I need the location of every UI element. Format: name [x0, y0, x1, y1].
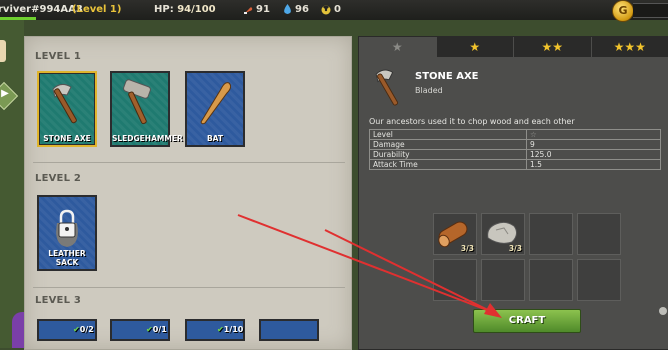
meat-stat: 91 — [243, 4, 270, 15]
recipe-card-level3[interactable] — [259, 319, 319, 341]
hp-value: 94/100 — [177, 4, 215, 15]
ingredient-count: 3/3 — [461, 244, 474, 253]
recipe-card-level3[interactable]: ✔0/2 — [37, 319, 97, 341]
ingredient-slot-wood[interactable]: 3/3 — [433, 213, 477, 255]
craft-button[interactable]: CRAFT — [473, 309, 581, 333]
scroll-indicator — [659, 307, 667, 315]
ingredient-slot-empty — [529, 259, 573, 301]
bat-icon — [195, 79, 235, 127]
progress-value: 0/2 — [80, 325, 94, 334]
recipe-card-level3[interactable]: ✔0/1 — [110, 319, 170, 341]
level-heading: LEVEL 3 — [35, 295, 81, 306]
recipe-card-leather-sack[interactable]: LEATHER SACK — [37, 195, 97, 271]
stats-table: Level ☆ Damage 9 Durability 125.0 Attack… — [369, 129, 661, 170]
stat-name: Attack Time — [370, 160, 527, 170]
ingredient-count: 3/3 — [509, 244, 522, 253]
side-tab[interactable] — [0, 40, 6, 62]
ingredient-slot-empty — [433, 259, 477, 301]
coin-counter — [633, 3, 668, 18]
progress-badge: ✔0/1 — [146, 325, 167, 334]
water-drop-icon — [283, 4, 292, 15]
stat-value: 125.0 — [527, 150, 661, 160]
card-label: LEATHER SACK — [39, 249, 95, 267]
ingredient-slot-empty — [577, 213, 621, 255]
progress-badge: ✔1/10 — [217, 325, 243, 334]
progress-badge: ✔0/2 — [73, 325, 94, 334]
meat-icon — [243, 5, 253, 15]
hp-display: HP: 94/100 — [154, 4, 216, 15]
divider — [33, 287, 345, 288]
level-heading: LEVEL 1 — [35, 51, 81, 62]
three-stars-icon: ★★★ — [592, 40, 668, 54]
recipe-card-sledgehammer[interactable]: SLEDGEHAMMER — [110, 71, 170, 147]
tab-three-stars[interactable]: ★★★ — [592, 37, 668, 57]
stone-axe-icon — [369, 65, 409, 109]
card-label: STONE AXE — [39, 134, 95, 143]
lock-icon — [47, 203, 87, 251]
recipe-card-stone-axe[interactable]: STONE AXE — [37, 71, 97, 147]
ingredient-slot-empty — [529, 213, 573, 255]
level-heading: LEVEL 2 — [35, 173, 81, 184]
radiation-value: 0 — [334, 4, 341, 15]
progress-value: 1/10 — [224, 325, 244, 334]
star-outline-icon: ★ — [359, 40, 436, 54]
tab-two-stars[interactable]: ★★ — [514, 37, 592, 57]
sledgehammer-icon — [120, 79, 160, 127]
progress-value: 0/1 — [153, 325, 167, 334]
player-name: rviver#994AA3 — [0, 4, 83, 15]
quality-tabs: ★ ★ ★★ ★★★ — [359, 37, 668, 57]
player-level: (Level 1) — [72, 4, 121, 15]
two-stars-icon: ★★ — [514, 40, 591, 54]
star-icon: ★ — [437, 40, 514, 54]
recipe-list-panel: LEVEL 1 STONE AXE SLEDGEHAMMER BAT LEVEL… — [24, 36, 352, 350]
ingredient-slot-empty — [577, 259, 621, 301]
top-hud: rviver#994AA3 (Level 1) HP: 94/100 91 96… — [0, 0, 668, 20]
hp-label: HP: — [154, 4, 174, 15]
item-description: Our ancestors used it to chop wood and e… — [369, 117, 575, 126]
ingredient-slot-empty — [481, 259, 525, 301]
stat-name: Durability — [370, 150, 527, 160]
stone-axe-icon — [47, 79, 87, 127]
tab-one-star[interactable]: ★ — [437, 37, 515, 57]
card-label: SLEDGEHAMMER — [112, 134, 168, 143]
meat-value: 91 — [256, 4, 270, 15]
divider — [33, 162, 345, 163]
item-title: STONE AXE — [415, 71, 479, 82]
item-subtitle: Bladed — [415, 86, 443, 95]
stat-value: ☆ — [527, 130, 661, 140]
coin-icon[interactable]: G — [612, 0, 634, 22]
radiation-icon — [321, 5, 331, 15]
recipe-detail-panel: ★ ★ ★★ ★★★ STONE AXE Bladed Our ancestor… — [358, 36, 668, 350]
stat-row: Level ☆ — [370, 130, 661, 140]
tab-empty-star[interactable]: ★ — [359, 37, 437, 57]
ingredient-slot-stone[interactable]: 3/3 — [481, 213, 525, 255]
side-edge — [0, 20, 24, 348]
card-label: BAT — [187, 134, 243, 143]
stat-row: Durability 125.0 — [370, 150, 661, 160]
radiation-stat: 0 — [321, 4, 341, 15]
stat-value: 1.5 — [527, 160, 661, 170]
recipe-card-bat[interactable]: BAT — [185, 71, 245, 147]
stat-row: Damage 9 — [370, 140, 661, 150]
water-stat: 96 — [283, 4, 309, 15]
arrow-icon: ▶ — [1, 88, 9, 99]
stat-value: 9 — [527, 140, 661, 150]
water-value: 96 — [295, 4, 309, 15]
star-outline-icon: ☆ — [530, 130, 537, 139]
stat-name: Level — [370, 130, 527, 140]
stat-name: Damage — [370, 140, 527, 150]
stat-row: Attack Time 1.5 — [370, 160, 661, 170]
recipe-card-level3[interactable]: ✔1/10 — [185, 319, 245, 341]
